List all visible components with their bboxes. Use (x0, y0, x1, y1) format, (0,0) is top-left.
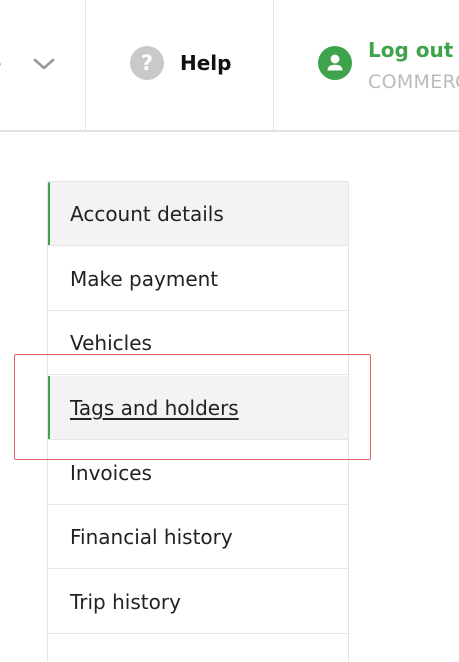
nav-item-label: Make payment (70, 266, 219, 291)
logout-link[interactable]: Log out COMMERCIAL (318, 38, 459, 98)
nav-item-label: Tags and holders (70, 395, 239, 420)
help-link[interactable]: ? Help (130, 46, 231, 80)
nav-item-label: Invoices (70, 460, 152, 485)
logout-label: Log out (368, 38, 454, 62)
nav-item-label: Financial history (70, 524, 233, 549)
nav-item-label: Account details (70, 201, 224, 226)
nav-item-vehicles[interactable]: Vehicles (48, 311, 348, 375)
account-menu-label[interactable]: s (0, 50, 1, 74)
help-icon: ? (130, 46, 164, 80)
nav-item-tags-and-holders[interactable]: Tags and holders (48, 376, 348, 440)
chevron-down-icon[interactable] (32, 52, 56, 76)
help-label: Help (180, 51, 232, 75)
user-icon (318, 46, 352, 80)
nav-item-label: Trip history (70, 589, 181, 614)
nav-item-account-details[interactable]: Account details (48, 182, 348, 246)
account-type-label: COMMERCIAL (368, 71, 459, 93)
nav-item-make-payment[interactable]: Make payment (48, 247, 348, 311)
nav-item-trip-history[interactable]: Trip history (48, 570, 348, 634)
nav-item-label: Vehicles (70, 330, 152, 355)
nav-item-invoices[interactable]: Invoices (48, 441, 348, 505)
site-header: s ? Help Log out COMMERCIAL (0, 0, 459, 132)
nav-item-financial-history[interactable]: Financial history (48, 505, 348, 569)
header-divider (85, 0, 86, 130)
header-divider (273, 0, 274, 130)
side-navigation: Account details Make payment Vehicles Ta… (47, 181, 349, 662)
